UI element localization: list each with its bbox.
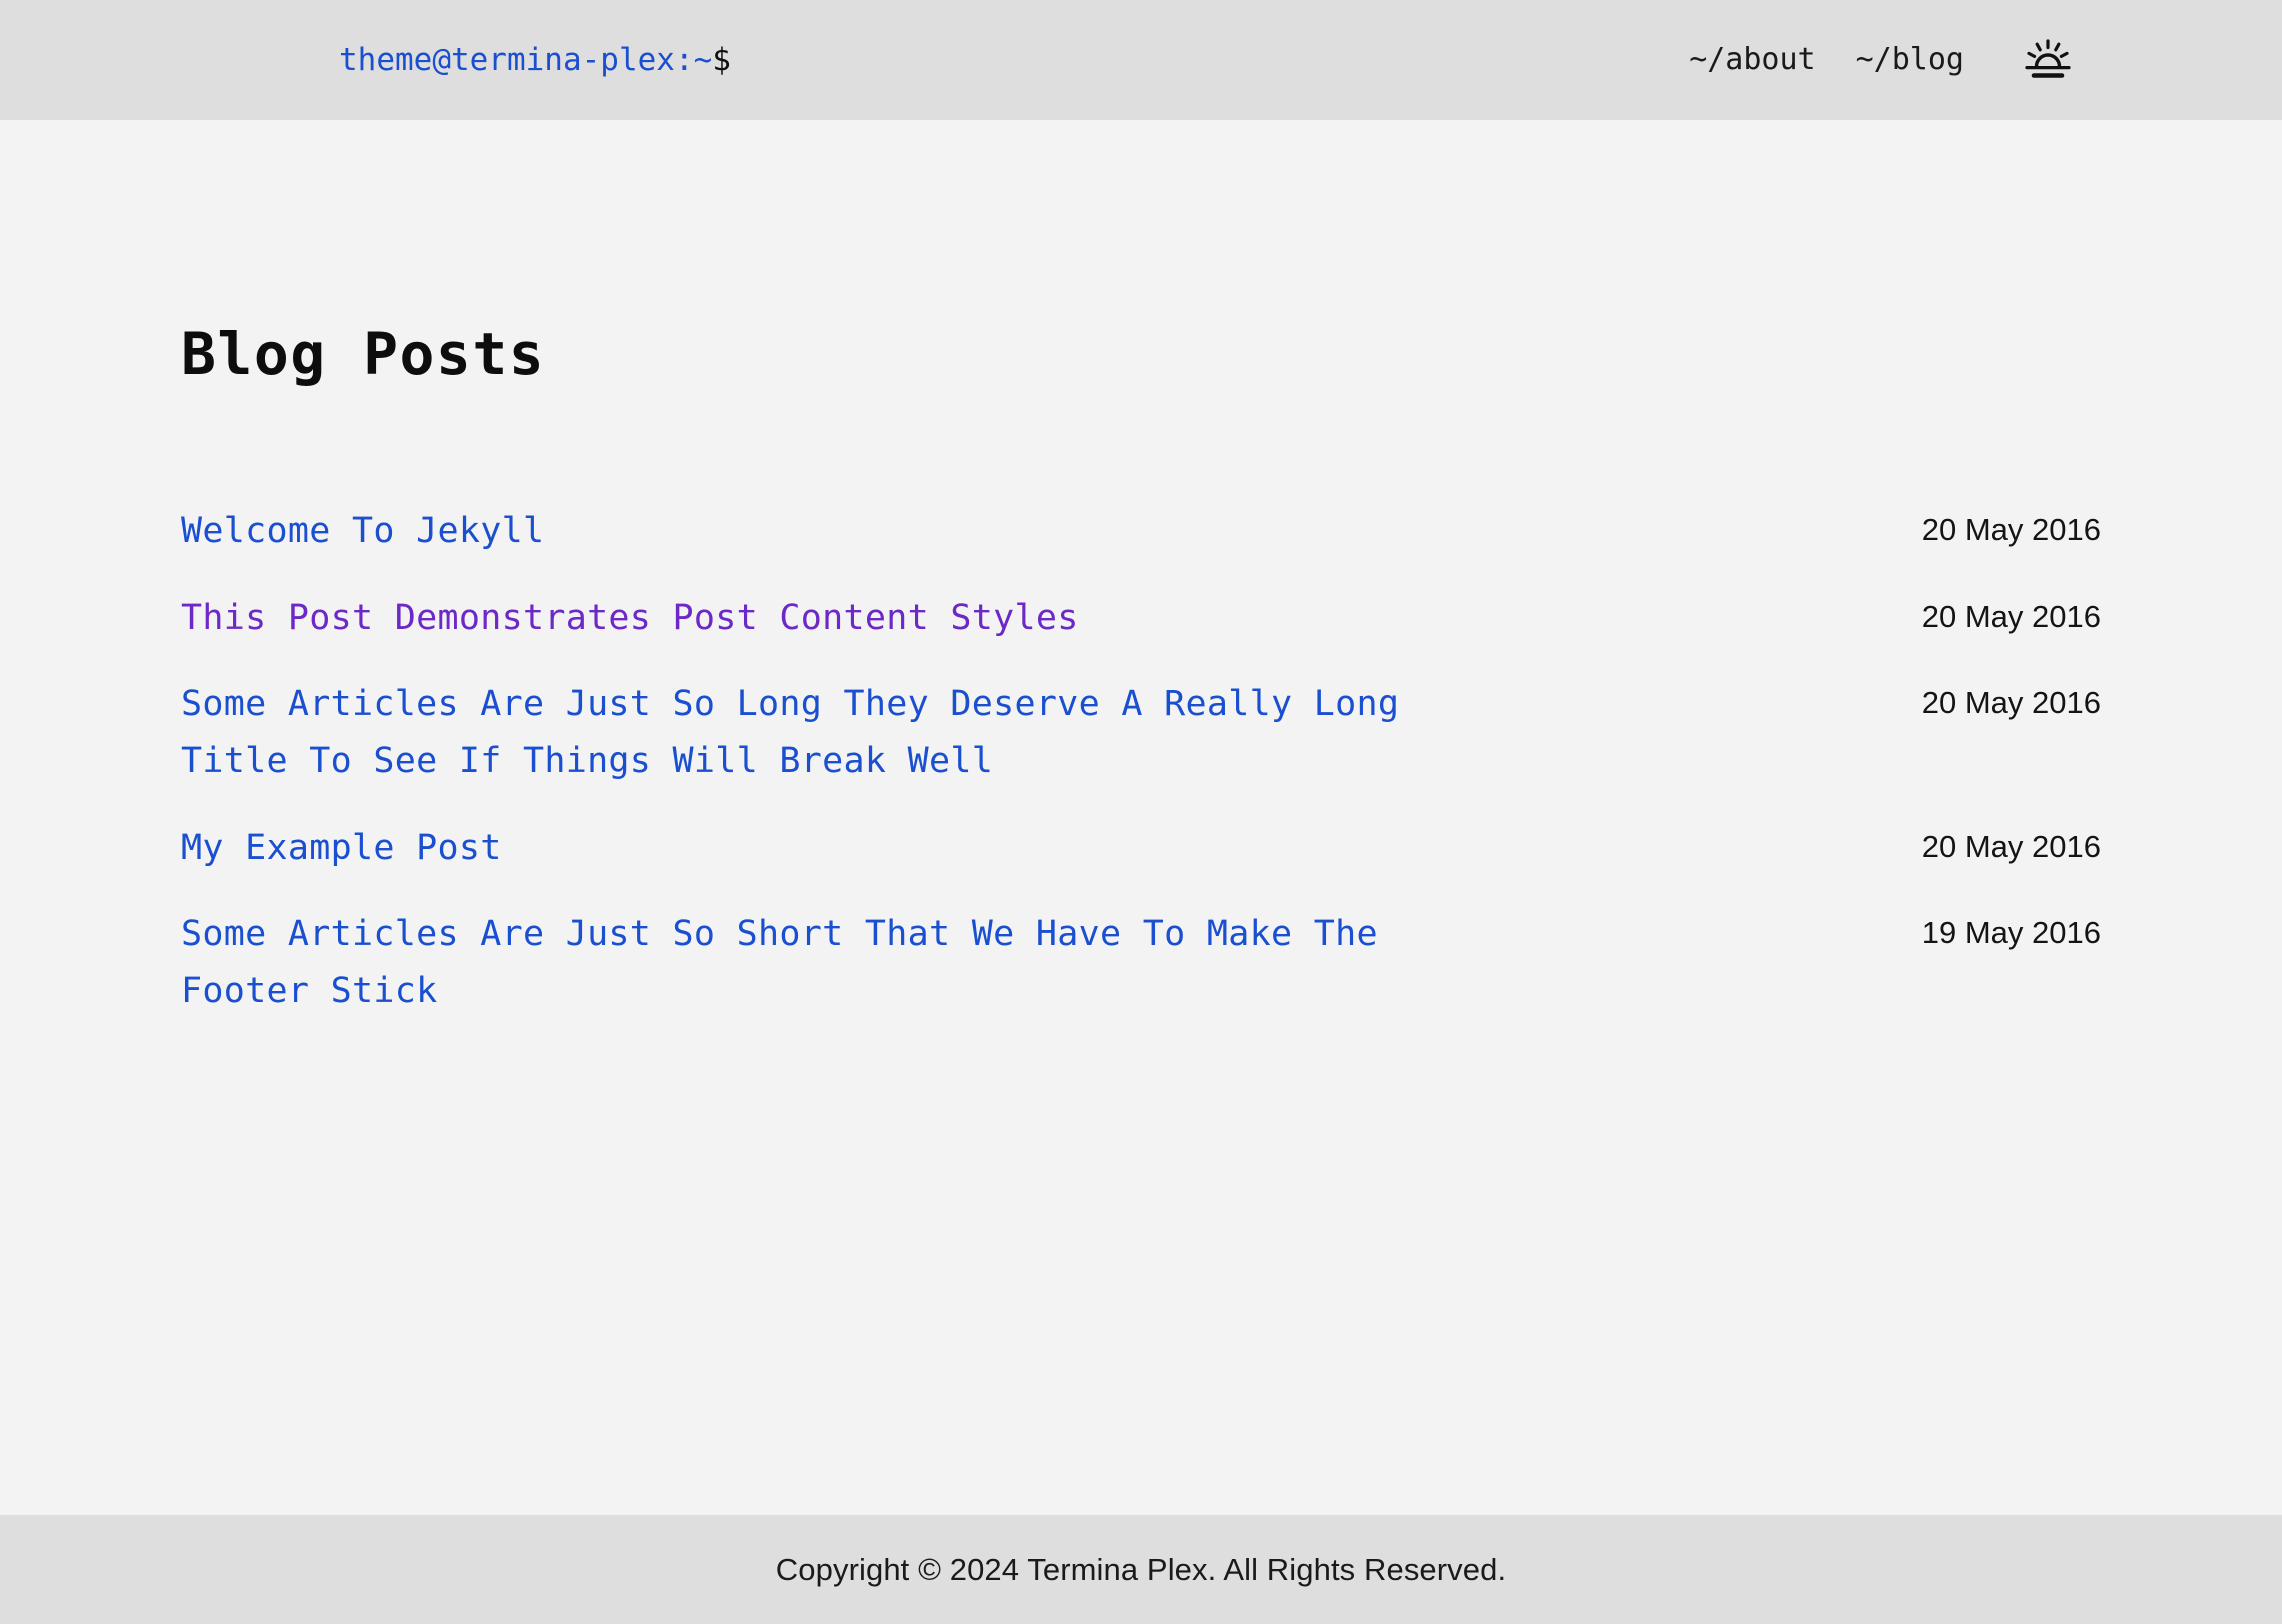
nav-link-blog[interactable]: ~/blog xyxy=(1856,45,1964,75)
post-date: 20 May 2016 xyxy=(1921,685,2101,721)
post-list: Welcome To Jekyll 20 May 2016 This Post … xyxy=(181,503,2101,1020)
post-date: 19 May 2016 xyxy=(1921,915,2101,951)
page-root: theme@termina-plex:~$ ~/about ~/blog Blo… xyxy=(0,0,2282,1624)
post-title-link[interactable]: This Post Demonstrates Post Content Styl… xyxy=(181,590,1079,647)
post-title-link[interactable]: My Example Post xyxy=(181,820,502,877)
list-item: My Example Post 20 May 2016 xyxy=(181,820,2101,877)
content-container: Blog Posts Welcome To Jekyll 20 May 2016… xyxy=(181,120,2101,1020)
page-title: Blog Posts xyxy=(181,320,546,388)
site-brand-prompt[interactable]: theme@termina-plex:~$ xyxy=(339,42,731,78)
main-content: Blog Posts Welcome To Jekyll 20 May 2016… xyxy=(0,120,2282,1515)
prompt-dollar-sign: $ xyxy=(712,42,731,78)
post-date: 20 May 2016 xyxy=(1921,512,2101,547)
site-footer: Copyright © 2024 Termina Plex. All Right… xyxy=(0,1515,2282,1624)
header-inner: theme@termina-plex:~$ ~/about ~/blog xyxy=(60,34,2222,86)
sunrise-icon xyxy=(2025,39,2071,81)
post-date: 20 May 2016 xyxy=(1921,828,2101,864)
post-title-link[interactable]: Welcome To Jekyll xyxy=(181,503,544,560)
prompt-user-host: theme@termina-plex:~ xyxy=(339,42,713,78)
post-title-link[interactable]: Some Articles Are Just So Short That We … xyxy=(181,906,1511,1019)
list-item: Some Articles Are Just So Short That We … xyxy=(181,906,2101,1019)
list-item: This Post Demonstrates Post Content Styl… xyxy=(181,590,2101,647)
list-item: Some Articles Are Just So Long They Dese… xyxy=(181,676,2101,789)
list-item: Welcome To Jekyll 20 May 2016 xyxy=(181,503,2101,560)
main-navigation: ~/about ~/blog xyxy=(1689,34,2074,86)
nav-link-about[interactable]: ~/about xyxy=(1689,45,1815,75)
theme-toggle-button[interactable] xyxy=(2022,34,2074,86)
site-header: theme@termina-plex:~$ ~/about ~/blog xyxy=(0,0,2282,120)
footer-copyright: Copyright © 2024 Termina Plex. All Right… xyxy=(775,1551,1507,1587)
post-title-link[interactable]: Some Articles Are Just So Long They Dese… xyxy=(181,676,1511,789)
post-date: 20 May 2016 xyxy=(1921,598,2101,634)
